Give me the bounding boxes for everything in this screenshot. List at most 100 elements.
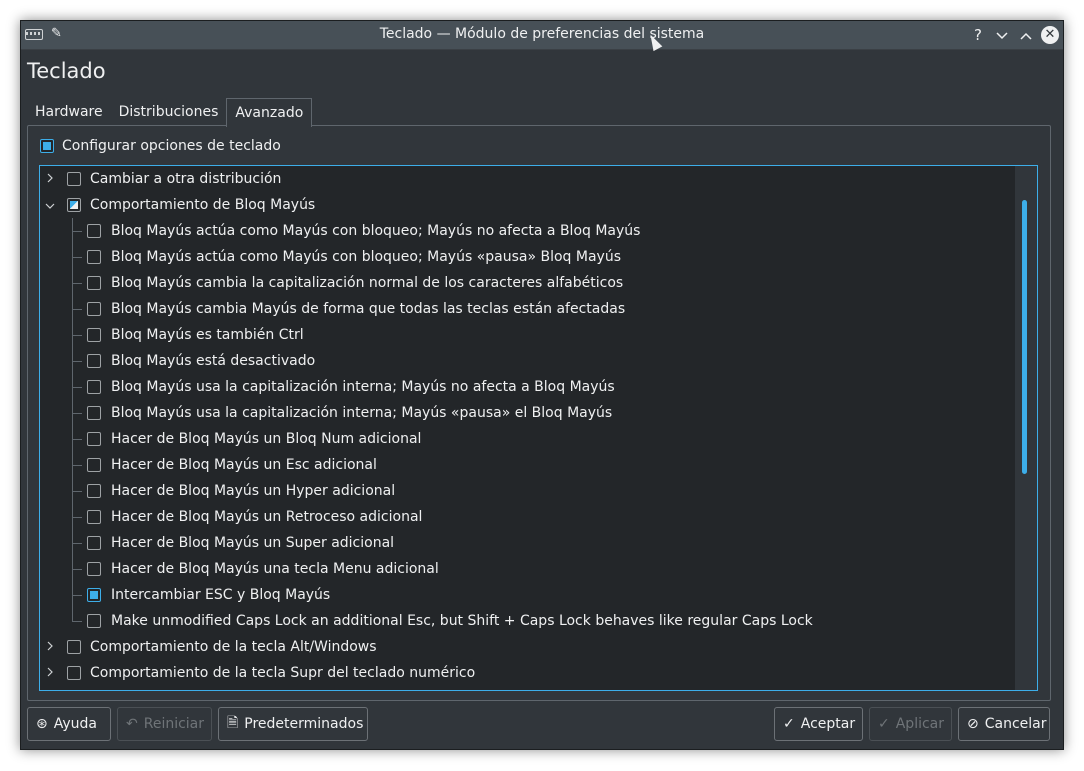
tree-option-label: Bloq Mayús cambia Mayús de forma que tod… (111, 301, 626, 317)
tree-connector (72, 465, 82, 466)
tree-connector (72, 335, 82, 336)
checkbox[interactable] (87, 432, 101, 446)
tree-connector (72, 621, 82, 622)
checkbox[interactable] (40, 139, 54, 153)
check-icon: ✓ (783, 716, 795, 732)
tree-option[interactable]: Hacer de Bloq Mayús una tecla Menu adici… (40, 556, 439, 582)
tree-option[interactable]: Hacer de Bloq Mayús un Bloq Num adiciona… (40, 426, 421, 452)
tree-connector (72, 283, 82, 284)
reset-button-label: Reiniciar (143, 716, 205, 732)
apply-button-label: Aplicar (895, 716, 945, 732)
tree-option[interactable]: Hacer de Bloq Mayús un Hyper adicional (40, 478, 395, 504)
tree-option[interactable]: Hacer de Bloq Mayús un Esc adicional (40, 452, 377, 478)
chevron-down-icon[interactable] (44, 198, 56, 212)
checkbox[interactable] (87, 276, 101, 290)
tree-option[interactable]: Bloq Mayús es también Ctrl (40, 322, 304, 348)
tree-option-label: Bloq Mayús actúa como Mayús con bloqueo;… (111, 223, 641, 239)
accept-button[interactable]: ✓ Aceptar (774, 707, 863, 741)
tree-option[interactable]: Make unmodified Caps Lock an additional … (40, 608, 813, 634)
cancel-button-label: Cancelar (984, 716, 1047, 732)
tree-connector (72, 569, 82, 570)
tree-option[interactable]: Bloq Mayús actúa como Mayús con bloqueo;… (40, 244, 621, 270)
check-icon: ✓ (878, 716, 890, 732)
checkbox[interactable] (67, 640, 81, 654)
checkbox[interactable] (87, 224, 101, 238)
tree-group[interactable]: Comportamiento de la tecla Supr del tecl… (40, 660, 475, 686)
checkbox[interactable] (67, 172, 81, 186)
tree-option-label: Bloq Mayús usa la capitalización interna… (111, 405, 613, 421)
checkbox[interactable] (87, 614, 101, 628)
checkbox[interactable] (87, 380, 101, 394)
button-bar: ⊛ Ayuda ↶ Reiniciar 🗎 Predeterminados ✓ Acep… (21, 707, 1063, 743)
tree-connector (72, 517, 82, 518)
tree-option[interactable]: Bloq Mayús cambia Mayús de forma que tod… (40, 296, 625, 322)
minimize-icon[interactable] (991, 24, 1013, 46)
checkbox[interactable] (87, 510, 101, 524)
checkbox[interactable] (87, 406, 101, 420)
maximize-icon[interactable] (1015, 24, 1037, 46)
close-icon[interactable]: ✕ (1041, 26, 1059, 44)
tree-option-label: Hacer de Bloq Mayús un Super adicional (111, 535, 395, 551)
checkbox[interactable] (87, 328, 101, 342)
chevron-right-icon[interactable] (44, 172, 56, 186)
checkbox[interactable] (87, 484, 101, 498)
configure-options-checkbox[interactable]: Configurar opciones de teclado (40, 138, 281, 154)
tree-group[interactable]: Comportamiento de Bloq Mayús (40, 192, 315, 218)
checkbox[interactable] (87, 562, 101, 576)
tree-connector (72, 439, 82, 440)
tree-group-label: Cambiar a otra distribución (90, 171, 282, 187)
tree-option[interactable]: Bloq Mayús usa la capitalización interna… (40, 374, 615, 400)
chevron-right-icon[interactable] (44, 666, 56, 680)
checkbox[interactable] (87, 458, 101, 472)
tab-distribuciones[interactable]: Distribuciones (111, 98, 227, 126)
tree-option-label: Hacer de Bloq Mayús un Bloq Num adiciona… (111, 431, 422, 447)
tree-option-label: Bloq Mayús es también Ctrl (111, 327, 304, 343)
tree-option[interactable]: Hacer de Bloq Mayús un Retroceso adicion… (40, 504, 422, 530)
tree-group[interactable]: Cambiar a otra distribución (40, 166, 281, 192)
tab-bar: Hardware Distribuciones Avanzado (27, 98, 313, 127)
scrollbar-thumb[interactable] (1022, 200, 1027, 474)
tree-option-label: Bloq Mayús usa la capitalización interna… (111, 379, 615, 395)
tree-option-label: Bloq Mayús está desactivado (111, 353, 316, 369)
tree-connector (72, 413, 82, 414)
checkbox[interactable] (67, 666, 81, 680)
title-bar[interactable]: ✎ Teclado — Módulo de preferencias del s… (21, 21, 1063, 50)
tree-connector (72, 257, 82, 258)
defaults-button[interactable]: 🗎 Predeterminados (218, 707, 368, 741)
tree-option-label: Hacer de Bloq Mayús un Hyper adicional (111, 483, 396, 499)
checkbox[interactable] (87, 354, 101, 368)
checkbox[interactable] (87, 588, 101, 602)
tree-option[interactable]: Bloq Mayús usa la capitalización interna… (40, 400, 612, 426)
tree-connector (72, 309, 82, 310)
chevron-right-icon[interactable] (44, 640, 56, 654)
checkbox[interactable] (87, 302, 101, 316)
settings-window: ✎ Teclado — Módulo de preferencias del s… (20, 20, 1064, 750)
tree-group-label: Comportamiento de la tecla Alt/Windows (90, 639, 377, 655)
cancel-button[interactable]: ⊘ Cancelar (958, 707, 1050, 741)
tree-option[interactable]: Intercambiar ESC y Bloq Mayús (40, 582, 330, 608)
options-tree[interactable]: Cambiar a otra distribución Comportamient… (39, 165, 1038, 691)
tab-avanzado[interactable]: Avanzado (226, 98, 313, 127)
help-button[interactable]: ⊛ Ayuda (27, 707, 111, 741)
tree-branch-line (72, 218, 73, 621)
checkbox[interactable] (87, 250, 101, 264)
document-icon: 🗎 (227, 715, 239, 731)
apply-button[interactable]: ✓ Aplicar (869, 707, 952, 741)
tree-connector (72, 361, 82, 362)
reset-button[interactable]: ↶ Reiniciar (117, 707, 212, 741)
tree-option[interactable]: Hacer de Bloq Mayús un Super adicional (40, 530, 394, 556)
cancel-icon: ⊘ (967, 716, 979, 732)
tab-hardware[interactable]: Hardware (27, 98, 111, 126)
tree-option-label: Intercambiar ESC y Bloq Mayús (111, 587, 331, 603)
tree-option[interactable]: Bloq Mayús cambia la capitalización norm… (40, 270, 623, 296)
undo-icon: ↶ (126, 716, 138, 732)
tree-option-label: Hacer de Bloq Mayús una tecla Menu adici… (111, 561, 439, 577)
tree-option[interactable]: Bloq Mayús actúa como Mayús con bloqueo;… (40, 218, 640, 244)
scrollbar[interactable] (1015, 166, 1037, 690)
checkbox[interactable] (87, 536, 101, 550)
tree-group[interactable]: Comportamiento de la tecla Alt/Windows (40, 634, 377, 660)
help-icon[interactable]: ? (967, 24, 989, 46)
checkbox[interactable] (67, 198, 81, 212)
tree-option[interactable]: Bloq Mayús está desactivado (40, 348, 315, 374)
lifebuoy-icon: ⊛ (36, 716, 48, 732)
